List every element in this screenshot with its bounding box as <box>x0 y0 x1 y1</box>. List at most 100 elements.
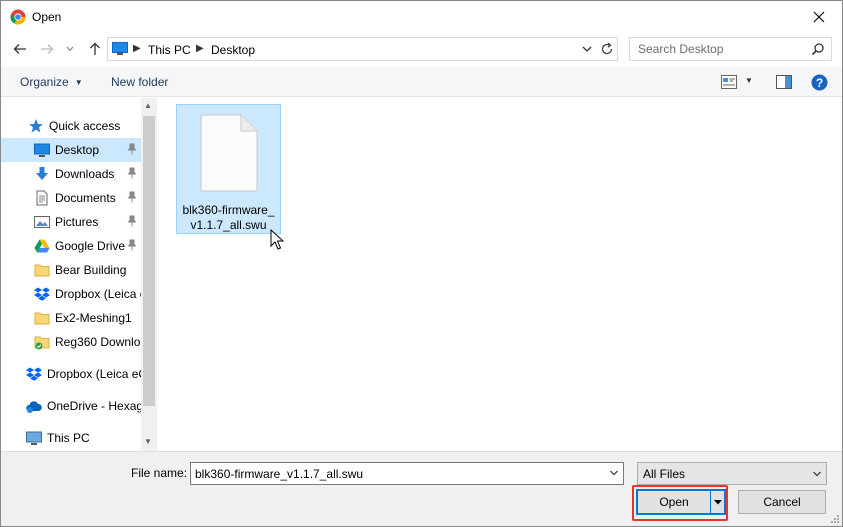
blank-file-icon <box>200 114 258 192</box>
nav-item-bear-building[interactable]: Bear Building <box>1 258 141 282</box>
scroll-down-icon[interactable]: ▼ <box>144 437 152 446</box>
nav-item-documents[interactable]: Documents <box>1 186 141 210</box>
caret-down-icon: ▼ <box>74 78 83 87</box>
nav-item-this-pc[interactable]: This PC <box>1 426 141 450</box>
nav-item-label: Quick access <box>49 119 121 133</box>
pin-icon <box>127 143 137 155</box>
nav-item-label: Documents <box>55 191 116 205</box>
close-icon <box>813 11 825 22</box>
breadcrumb-separator-icon: ▶ <box>196 43 204 54</box>
nav-item-reg360-downloads[interactable]: Reg360 Downloa <box>1 330 141 354</box>
file-name-label: File name: <box>131 466 188 480</box>
star-icon <box>29 119 43 133</box>
nav-item-desktop[interactable]: Desktop <box>1 138 141 162</box>
mouse-cursor-icon <box>270 229 284 250</box>
up-button[interactable] <box>85 39 105 59</box>
nav-item-dropbox-leica-1[interactable]: Dropbox (Leica e <box>1 282 141 306</box>
file-name-line-1: blk360-firmware_ <box>182 203 275 217</box>
breadcrumb-separator-icon: ▶ <box>133 43 141 54</box>
folder-synced-icon <box>34 336 50 350</box>
navigation-pane[interactable]: Quick access Desktop Downloads Documents… <box>1 98 158 451</box>
file-name-input[interactable] <box>191 463 601 484</box>
folder-icon <box>34 264 50 277</box>
close-button[interactable] <box>796 1 842 32</box>
nav-item-label: OneDrive - Hexag <box>47 399 141 413</box>
nav-item-label: Reg360 Downloa <box>55 335 141 349</box>
organize-label: Organize <box>20 75 69 89</box>
nav-item-label: Dropbox (Leica eC <box>47 367 141 381</box>
dialog-footer: File name: All Files Open Cancel <box>1 451 842 526</box>
nav-item-label: This PC <box>47 431 90 445</box>
pictures-icon <box>34 216 50 228</box>
recent-locations-button[interactable] <box>63 39 77 59</box>
nav-item-ex2-meshing1[interactable]: Ex2-Meshing1 <box>1 306 141 330</box>
cancel-button-label: Cancel <box>763 495 801 509</box>
monitor-icon <box>112 42 128 55</box>
title-bar: Open <box>1 1 842 32</box>
svg-text:?: ? <box>816 76 823 90</box>
file-type-select[interactable]: All Files <box>637 462 827 485</box>
nav-item-label: Bear Building <box>55 263 127 277</box>
arrow-right-icon <box>41 44 54 54</box>
nav-item-quick-access[interactable]: Quick access <box>1 114 141 138</box>
nav-item-label: Pictures <box>55 215 99 229</box>
file-name-label: blk360-firmware_ v1.1.7_all.swu <box>177 203 280 233</box>
preview-pane-icon[interactable] <box>776 75 792 89</box>
open-button[interactable]: Open <box>636 489 726 515</box>
open-button-label: Open <box>659 495 689 509</box>
help-icon[interactable]: ? <box>811 74 828 91</box>
nav-item-label: Desktop <box>55 143 100 157</box>
scroll-up-icon[interactable]: ▲ <box>144 101 152 110</box>
file-list-pane[interactable]: blk360-firmware_ v1.1.7_all.swu <box>158 98 842 451</box>
chevron-down-icon <box>66 46 74 52</box>
file-type-value: All Files <box>643 467 686 481</box>
nav-item-pictures[interactable]: Pictures <box>1 210 141 234</box>
nav-scrollbar[interactable]: ▲ ▼ <box>141 98 157 451</box>
caret-down-icon[interactable] <box>714 498 722 506</box>
organize-button[interactable]: Organize ▼ <box>20 75 83 89</box>
folder-icon <box>34 312 50 325</box>
new-folder-button[interactable]: New folder <box>111 75 168 89</box>
breadcrumb-this-pc[interactable]: This PC <box>148 43 191 57</box>
file-name-combobox[interactable] <box>190 462 624 485</box>
dropbox-icon <box>34 287 50 301</box>
this-pc-icon <box>26 431 42 445</box>
back-button[interactable] <box>10 39 30 59</box>
nav-item-label: Ex2-Meshing1 <box>55 311 132 325</box>
pin-icon <box>127 191 137 203</box>
nav-scroll-thumb[interactable] <box>143 116 155 406</box>
nav-item-downloads[interactable]: Downloads <box>1 162 141 186</box>
cancel-button[interactable]: Cancel <box>738 490 826 514</box>
nav-item-label: Google Drive <box>55 239 126 253</box>
pin-icon <box>127 215 137 227</box>
onedrive-icon <box>26 401 42 413</box>
refresh-icon[interactable] <box>599 41 615 57</box>
pin-icon <box>127 167 137 179</box>
nav-item-dropbox-leica-2[interactable]: Dropbox (Leica eC <box>1 362 141 386</box>
breadcrumb-desktop[interactable]: Desktop <box>211 43 255 57</box>
chevron-down-icon[interactable] <box>580 42 594 56</box>
chevron-down-icon[interactable] <box>609 468 619 478</box>
dropbox-icon <box>26 367 42 381</box>
open-button-divider <box>710 491 711 513</box>
nav-item-google-drive[interactable]: Google Drive <box>1 234 141 258</box>
resize-grip-icon[interactable] <box>829 513 839 523</box>
nav-item-onedrive[interactable]: OneDrive - Hexag <box>1 394 141 418</box>
search-box[interactable] <box>629 37 832 61</box>
desktop-icon <box>34 143 50 157</box>
nav-item-label: Downloads <box>55 167 115 181</box>
chrome-icon <box>10 9 26 25</box>
address-row: ▶ This PC ▶ Desktop <box>1 33 842 65</box>
view-caret-icon[interactable]: ▼ <box>745 76 753 85</box>
search-input[interactable] <box>630 38 805 60</box>
file-item[interactable]: blk360-firmware_ v1.1.7_all.swu <box>176 104 281 234</box>
window-title: Open <box>32 10 62 24</box>
search-icon[interactable] <box>811 42 825 56</box>
google-drive-icon <box>34 239 50 253</box>
view-options-icon[interactable] <box>721 75 737 89</box>
nav-item-label: Dropbox (Leica e <box>55 287 141 301</box>
forward-button[interactable] <box>37 39 57 59</box>
download-arrow-icon <box>36 167 48 180</box>
address-bar[interactable]: ▶ This PC ▶ Desktop <box>107 37 618 61</box>
arrow-left-icon <box>13 44 26 54</box>
